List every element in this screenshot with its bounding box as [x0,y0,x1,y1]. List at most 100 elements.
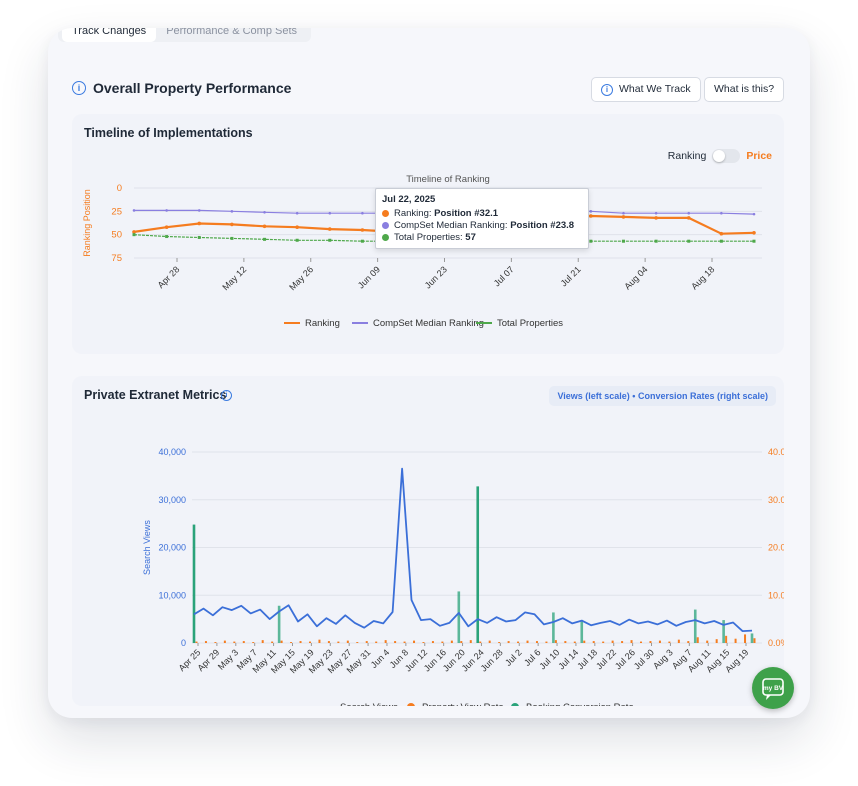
y-right-tick-label: 20.0% [768,543,784,553]
x-tick-label: Jul 2 [503,647,524,668]
x-tick-label: Jul 18 [575,647,599,671]
bar-property-view-rate [242,641,245,643]
data-point [361,211,364,215]
bar-property-view-rate [261,640,264,643]
data-point [132,209,136,212]
legend-label: Property View Rate [422,702,504,706]
bar-property-view-rate [204,641,207,643]
bar-property-view-rate [526,640,529,643]
bar-property-view-rate [621,641,624,643]
what-is-this-button[interactable]: What is this? [704,77,785,102]
y-tick-label: 25 [111,206,122,217]
bar-property-view-rate [479,641,482,643]
x-tick-label: Jul 26 [613,647,637,671]
bar-property-view-rate [725,635,728,643]
x-tick-label: Jun 23 [423,264,449,290]
data-point [686,216,691,220]
x-tick-label: Jul 14 [556,647,580,671]
data-point [622,211,625,215]
y-axis-label: Search Views [142,520,152,575]
bar-property-view-rate [715,639,718,643]
x-tick-label: Jul 21 [559,264,583,288]
tooltip-value: Position #23.8 [510,220,575,231]
bar-property-view-rate [649,641,652,643]
data-point [654,211,658,215]
x-tick-label: Jun 09 [356,264,382,290]
extranet-chart: 0 10,000 20,000 30,000 40,000 0.0% 10.0% 20.0% 3… [142,447,784,706]
dashboard-panel: Track Changes Performance & Comp Sets i … [48,28,810,718]
info-icon[interactable]: i [72,81,86,95]
data-point [132,230,136,234]
tab-track-changes[interactable]: Track Changes [62,28,157,42]
legend-label: CompSet Median Ranking [373,318,484,329]
bar-property-view-rate [706,640,709,643]
ranking-tooltip: Jul 22, 2025 Ranking: Position #32.1 Com… [375,188,589,249]
bar-property-view-rate [223,640,226,643]
y-right-tick-label: 30.0% [768,495,784,505]
data-point [719,231,724,236]
data-point [719,239,723,243]
data-point [328,238,332,242]
chat-assistant-button[interactable]: my BV [752,667,794,709]
tooltip-row-ranking: Ranking: Position #32.1 [382,208,582,219]
legend-swatch [511,703,519,706]
tab-performance-comp-sets[interactable]: Performance & Comp Sets [156,28,307,42]
bar-booking-conversion [722,620,725,643]
bar-property-view-rate [583,640,586,643]
info-icon: i [601,83,613,96]
bar-booking-conversion [552,612,555,643]
bar-property-view-rate [299,641,302,643]
data-point [687,211,691,215]
x-tick-label: Jul 07 [492,264,516,288]
page-header: i Overall Property Performance [72,80,291,96]
bar-property-view-rate [658,640,661,643]
bar-property-view-rate [753,638,756,643]
data-point [164,225,169,229]
data-point [589,214,593,218]
what-we-track-label: What We Track [619,83,691,95]
y-axis-label: Ranking Position [82,189,92,257]
data-point [230,210,234,213]
bar-property-view-rate [545,641,548,643]
y-tick-label: 20,000 [158,543,186,553]
what-is-this-label: What is this? [714,83,775,95]
tooltip-date: Jul 22, 2025 [382,194,436,205]
tooltip-dot-icon [382,234,389,241]
x-tick-label: May 12 [220,264,248,292]
what-we-track-button[interactable]: i What We Track [591,77,701,102]
fab-label: my BV [763,685,784,692]
bar-property-view-rate [592,641,595,643]
data-point [263,237,267,241]
x-tick-label: Aug 04 [622,264,649,291]
bar-property-view-rate [498,642,501,643]
legend-label: Booking Conversion Rate [526,702,634,706]
bar-property-view-rate [318,639,321,643]
x-tick-label: Apr 28 [156,264,182,290]
data-point [589,239,593,243]
series-line-search-views [193,467,753,633]
y-tick-label: 0 [181,638,186,648]
bar-property-view-rate [744,634,747,643]
bar-property-view-rate [696,637,699,643]
bar-property-view-rate [687,641,690,643]
data-point [720,211,723,215]
data-point [360,228,365,232]
bar-property-view-rate [535,641,538,643]
bar-property-view-rate [611,640,614,643]
bar-property-view-rate [422,642,425,643]
data-point [621,215,626,219]
bar-property-view-rate [195,641,198,643]
bar-property-view-rate [488,640,491,643]
y-right-tick-label: 0.0% [768,638,784,648]
page-title: Overall Property Performance [93,80,292,96]
bar-property-view-rate [640,641,643,643]
data-point [262,224,267,229]
y-right-tick-label: 10.0% [768,590,784,600]
tooltip-dot-icon [382,222,389,229]
tooltip-label: Ranking: [394,208,432,219]
bar-property-view-rate [233,641,236,643]
bar-property-view-rate [346,640,349,643]
extranet-card: Private Extranet Metrics i Views (left s… [72,376,784,706]
bar-property-view-rate [517,641,520,643]
data-point [295,225,299,229]
